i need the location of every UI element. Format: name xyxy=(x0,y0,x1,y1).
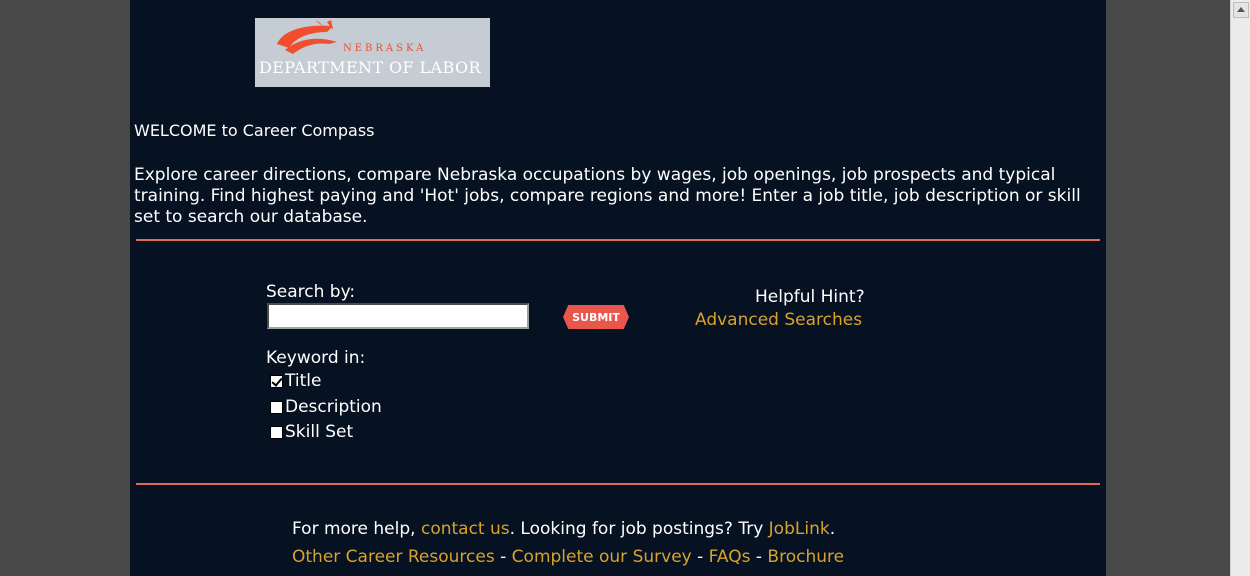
description-option-label: Description xyxy=(285,397,382,417)
link-separator: - xyxy=(494,547,512,567)
skill-set-option-label: Skill Set xyxy=(285,422,354,442)
logo-dept-text: DEPARTMENT OF LABOR xyxy=(259,58,481,77)
link-separator: - xyxy=(691,547,709,567)
search-label: Search by: xyxy=(266,282,356,302)
scroll-up-arrow-icon[interactable] xyxy=(1233,2,1249,18)
brochure-link[interactable]: Brochure xyxy=(767,547,844,567)
help-suffix-text: . xyxy=(829,519,836,539)
advanced-searches-link[interactable]: Advanced Searches xyxy=(695,310,862,330)
title-option-label: Title xyxy=(285,371,322,391)
search-input[interactable] xyxy=(267,303,529,329)
logo-state-text: NEBRASKA xyxy=(343,43,427,54)
complete-survey-link[interactable]: Complete our Survey xyxy=(512,547,692,567)
keyword-in-label: Keyword in: xyxy=(266,348,366,368)
divider-bottom xyxy=(136,483,1100,485)
link-separator: - xyxy=(750,547,768,567)
vertical-scrollbar[interactable] xyxy=(1230,0,1250,576)
contact-us-link[interactable]: contact us xyxy=(421,519,510,539)
page-title: WELCOME to Career Compass xyxy=(134,121,375,140)
keyword-option-skill-set[interactable]: Skill Set xyxy=(270,422,353,442)
intro-text: Explore career directions, compare Nebra… xyxy=(134,165,1081,227)
help-line: For more help, contact us. Looking for j… xyxy=(292,519,835,539)
submit-button[interactable]: SUBMIT xyxy=(563,305,629,329)
footer-links: Other Career Resources - Complete our Su… xyxy=(292,547,844,567)
right-gutter xyxy=(1106,0,1230,576)
divider-top xyxy=(136,239,1100,241)
nebraska-dol-logo: NEBRASKA DEPARTMENT OF LABOR xyxy=(255,18,490,87)
title-checkbox[interactable] xyxy=(270,374,283,388)
left-gutter xyxy=(0,0,130,576)
keyword-option-description[interactable]: Description xyxy=(270,397,382,417)
helpful-hint-label: Helpful Hint? xyxy=(755,287,865,307)
skill-set-checkbox[interactable] xyxy=(270,425,283,439)
keyword-option-title[interactable]: Title xyxy=(270,371,321,391)
main-content: NEBRASKA DEPARTMENT OF LABOR WELCOME to … xyxy=(130,0,1106,576)
description-checkbox[interactable] xyxy=(270,400,283,414)
swoosh-icon xyxy=(277,20,337,54)
other-career-resources-link[interactable]: Other Career Resources xyxy=(292,547,495,567)
faqs-link[interactable]: FAQs xyxy=(709,547,751,567)
help-middle-text: . Looking for job postings? Try xyxy=(509,519,769,539)
joblink-link[interactable]: JobLink xyxy=(769,519,830,539)
help-prefix-text: For more help, xyxy=(292,519,421,539)
